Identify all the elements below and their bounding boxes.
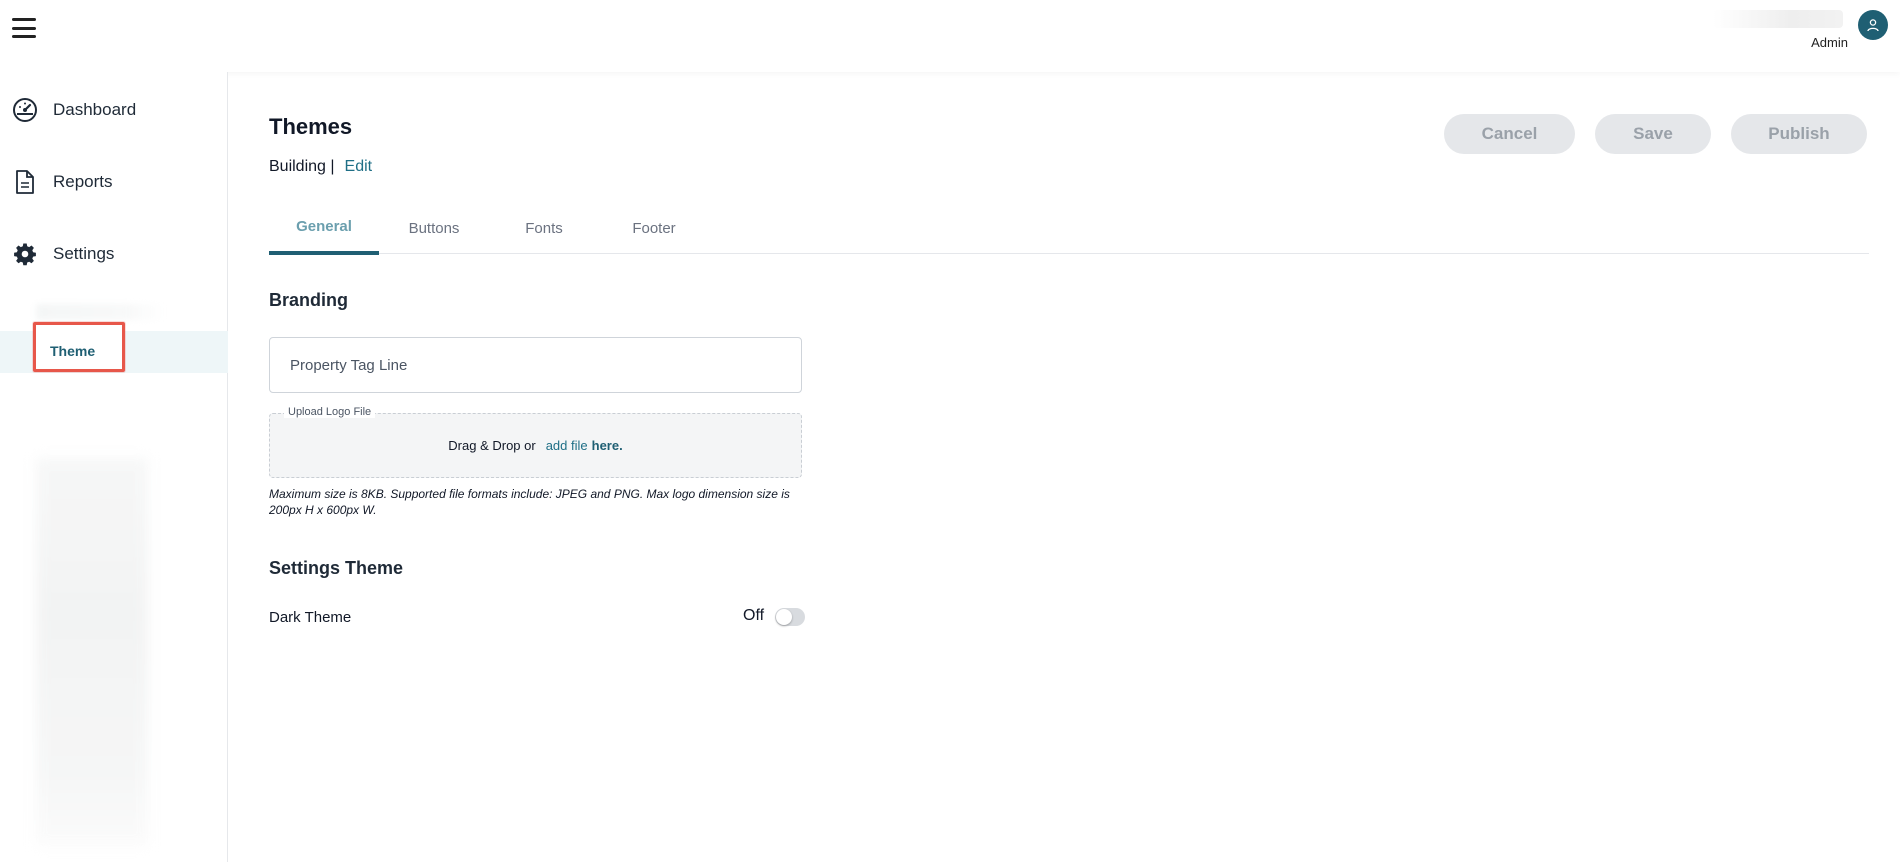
user-icon xyxy=(1867,19,1879,32)
sidebar-item-settings[interactable]: Settings xyxy=(0,232,228,276)
upload-prompt-text: Drag & Drop or xyxy=(448,438,536,453)
settings-theme-heading: Settings Theme xyxy=(269,558,404,578)
sidebar: Dashboard Reports Settings xyxy=(0,72,228,862)
gauge-icon xyxy=(12,97,38,123)
breadcrumb-text: Building | xyxy=(269,158,335,175)
document-icon xyxy=(12,169,38,195)
redacted-submenu-list xyxy=(36,458,148,846)
user-info-redacted xyxy=(1713,10,1843,28)
tab-fonts[interactable]: Fonts xyxy=(489,202,599,254)
edit-link[interactable]: Edit xyxy=(345,158,373,176)
sidebar-item-label: Settings xyxy=(53,244,115,263)
tab-bar: General Buttons Fonts Footer xyxy=(269,202,1869,255)
dark-theme-toggle[interactable] xyxy=(775,608,805,626)
tab-footer[interactable]: Footer xyxy=(599,202,709,254)
sidebar-item-label: Dashboard xyxy=(53,100,137,119)
tab-buttons[interactable]: Buttons xyxy=(379,202,489,254)
page-title: Themes xyxy=(269,114,353,139)
sidebar-item-label: Reports xyxy=(53,172,113,191)
upload-hint: Maximum size is 8KB. Supported file form… xyxy=(269,487,790,517)
logo-upload-dropzone[interactable]: Upload Logo File Drag & Drop or add file h… xyxy=(269,406,802,478)
menu-icon[interactable] xyxy=(12,18,36,38)
publish-button[interactable]: Publish xyxy=(1731,114,1867,154)
user-name: Admin xyxy=(1811,35,1848,50)
cancel-button[interactable]: Cancel xyxy=(1444,114,1575,154)
add-file-link[interactable]: add file xyxy=(546,438,588,453)
avatar[interactable] xyxy=(1858,10,1888,40)
redacted-submenu-item xyxy=(36,304,166,320)
toggle-knob xyxy=(776,609,792,625)
save-button[interactable]: Save xyxy=(1595,114,1711,154)
branding-heading: Branding xyxy=(269,290,348,310)
dark-theme-label: Dark Theme xyxy=(269,609,352,626)
property-tag-line-input[interactable] xyxy=(269,337,802,393)
dark-theme-state: Off xyxy=(743,607,765,624)
upload-label: Upload Logo File xyxy=(284,406,376,418)
gear-icon xyxy=(12,241,38,267)
top-bar: Admin xyxy=(0,0,1900,72)
upload-here-text: here. xyxy=(591,438,623,453)
user-area[interactable]: Admin xyxy=(1688,10,1888,50)
sidebar-item-reports[interactable]: Reports xyxy=(0,160,228,204)
upload-prompt: Drag & Drop or add file here. xyxy=(270,438,801,453)
main-content: Themes Building | Edit Cancel Save Publi… xyxy=(269,72,1869,862)
tab-general[interactable]: General xyxy=(269,202,379,255)
breadcrumb: Building | Edit xyxy=(269,158,372,176)
sidebar-item-dashboard[interactable]: Dashboard xyxy=(0,88,228,132)
sidebar-subitem-theme-label[interactable]: Theme xyxy=(50,343,95,359)
